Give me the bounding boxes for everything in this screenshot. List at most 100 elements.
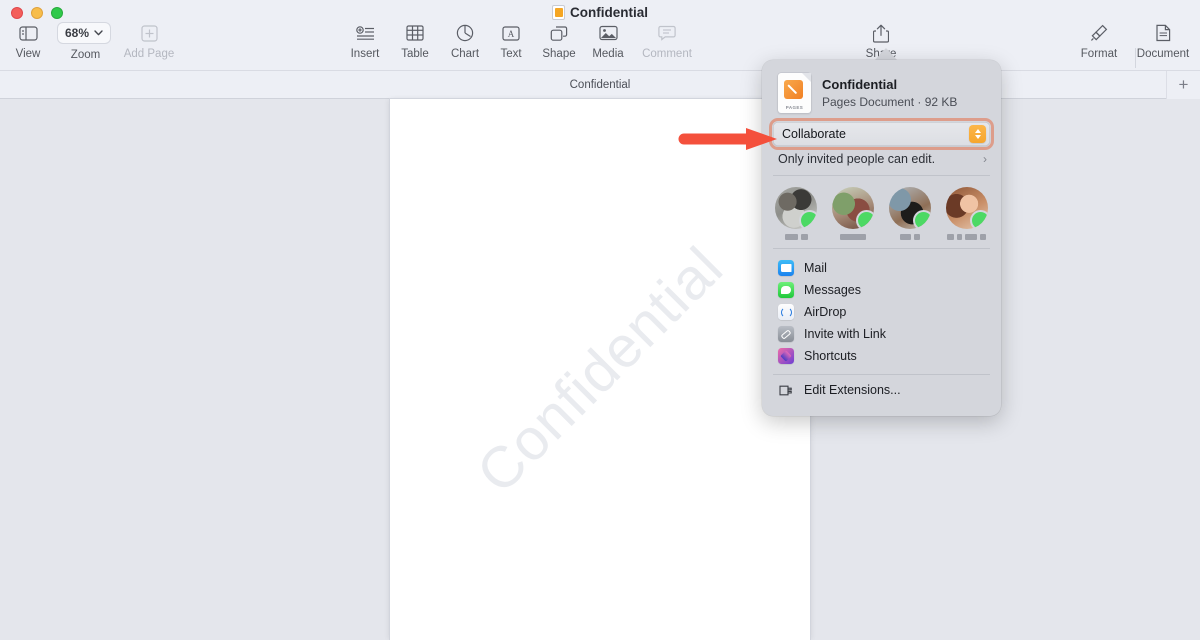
pages-file-icon: PAGES <box>778 73 811 113</box>
sidebar-icon <box>18 22 38 44</box>
extension-icon <box>778 382 794 398</box>
toolbar-button-media[interactable]: Media <box>580 22 636 60</box>
collaborate-button[interactable]: Collaborate <box>773 122 990 146</box>
contact-item[interactable] <box>938 187 995 240</box>
svg-text:A: A <box>508 29 515 39</box>
contact-item[interactable] <box>882 187 939 240</box>
messages-icon <box>778 282 794 298</box>
toolbar-label-document: Document <box>1136 48 1190 60</box>
chevron-down-icon <box>94 30 103 36</box>
toolbar-label-chart: Chart <box>450 48 480 60</box>
mail-icon <box>778 260 794 276</box>
toolbar-button-format[interactable]: Format <box>1071 22 1127 60</box>
pages-app-window: Confidential View 68% Zoom Add Page Inse… <box>0 0 1200 640</box>
messages-badge-icon <box>801 212 818 229</box>
document-tab-confidential[interactable]: Confidential <box>0 71 1200 99</box>
document-tab-bar: Confidential <box>0 71 1200 99</box>
share-service-invite-with-link[interactable]: Invite with Link <box>762 323 1001 345</box>
page-watermark: Confidential <box>464 233 736 506</box>
share-service-label: Messages <box>804 283 861 297</box>
pages-document-icon <box>552 5 565 20</box>
toolbar-button-insert[interactable]: Insert <box>337 22 393 60</box>
toolbar-items: View 68% Zoom Add Page Insert Table Char… <box>0 22 1200 70</box>
document-icon <box>1155 22 1171 44</box>
contact-item[interactable] <box>768 187 825 240</box>
toolbar-label-view: View <box>15 48 41 60</box>
plus-box-icon <box>140 22 158 44</box>
contact-name-redacted <box>826 234 880 240</box>
toolbar-button-add-page[interactable]: Add Page <box>121 22 177 60</box>
zoom-control[interactable]: 68% <box>57 22 112 44</box>
share-service-airdrop[interactable]: AirDrop <box>762 301 1001 323</box>
toolbar-label-format: Format <box>1080 48 1118 60</box>
toolbar-label-media: Media <box>592 48 624 60</box>
avatar <box>775 187 818 229</box>
shortcuts-icon <box>778 348 794 364</box>
toolbar-label-add-page: Add Page <box>123 48 175 60</box>
avatar <box>832 187 875 229</box>
toolbar-label-text: Text <box>500 48 522 60</box>
edit-extensions-item[interactable]: Edit Extensions... <box>762 375 1001 402</box>
contact-name-redacted <box>883 234 937 240</box>
window-title: Confidential <box>0 5 1200 20</box>
messages-badge-icon <box>858 212 875 229</box>
zoom-value: 68% <box>65 26 90 40</box>
permission-label: Only invited people can edit. <box>778 152 936 166</box>
share-popover: PAGES Confidential Pages Document · 92 K… <box>762 60 1001 416</box>
format-brush-icon <box>1090 22 1108 44</box>
share-service-label: Invite with Link <box>804 327 886 341</box>
toolbar-button-view[interactable]: View <box>0 22 56 60</box>
contact-name-redacted <box>769 234 823 240</box>
table-icon <box>406 22 424 44</box>
media-icon <box>598 22 618 44</box>
chevron-right-icon: › <box>983 152 987 166</box>
share-service-mail[interactable]: Mail <box>762 257 1001 279</box>
share-service-messages[interactable]: Messages <box>762 279 1001 301</box>
share-service-label: Shortcuts <box>804 349 857 363</box>
messages-badge-icon <box>914 212 931 229</box>
suggested-contacts <box>762 176 1001 248</box>
share-icon <box>873 22 889 44</box>
toolbar-label-zoom: Zoom <box>70 49 101 61</box>
share-service-label: Mail <box>804 261 827 275</box>
share-services-list: Mail Messages AirDrop Invite with Link S… <box>762 249 1001 374</box>
toolbar-label-shape: Shape <box>542 48 576 60</box>
popover-document-name: Confidential <box>822 76 898 92</box>
toolbar-button-shape[interactable]: Shape <box>531 22 587 60</box>
toolbar-button-table[interactable]: Table <box>387 22 443 60</box>
toolbar-button-comment[interactable]: Comment <box>639 22 695 60</box>
messages-badge-icon <box>971 212 988 229</box>
edit-extensions-label: Edit Extensions... <box>804 383 901 397</box>
share-service-label: AirDrop <box>804 305 847 319</box>
collaborate-stepper-icon[interactable] <box>969 125 986 143</box>
window-title-text: Confidential <box>570 5 648 20</box>
new-tab-button[interactable]: + <box>1166 71 1200 99</box>
annotation-arrow <box>678 128 777 150</box>
shape-icon <box>550 22 568 44</box>
text-icon: A <box>502 22 520 44</box>
popover-document-meta: Pages Document · 92 KB <box>822 94 958 109</box>
toolbar-label-table: Table <box>401 48 429 60</box>
insert-icon <box>355 22 375 44</box>
popover-header: PAGES Confidential Pages Document · 92 K… <box>762 60 1001 122</box>
toolbar-label-comment: Comment <box>642 48 692 60</box>
permission-row[interactable]: Only invited people can edit. › <box>762 146 1001 175</box>
link-icon <box>778 326 794 342</box>
toolbar-button-document[interactable]: Document <box>1135 22 1191 60</box>
toolbar-label-insert: Insert <box>350 48 380 60</box>
share-service-shortcuts[interactable]: Shortcuts <box>762 345 1001 367</box>
document-tab-label: Confidential <box>569 79 631 91</box>
collaborate-row: Collaborate <box>762 118 1001 150</box>
collaborate-label: Collaborate <box>782 127 846 141</box>
document-canvas[interactable]: Confidential <box>0 99 1200 640</box>
airdrop-icon <box>778 304 794 320</box>
contact-item[interactable] <box>825 187 882 240</box>
document-page[interactable]: Confidential <box>390 99 810 640</box>
comment-icon <box>658 22 676 44</box>
contact-name-redacted <box>940 234 994 240</box>
chart-icon <box>456 22 474 44</box>
pages-file-icon-caption: PAGES <box>785 105 804 110</box>
toolbar: Confidential View 68% Zoom Add Page Inse… <box>0 0 1200 71</box>
avatar <box>888 187 931 229</box>
avatar <box>945 187 988 229</box>
